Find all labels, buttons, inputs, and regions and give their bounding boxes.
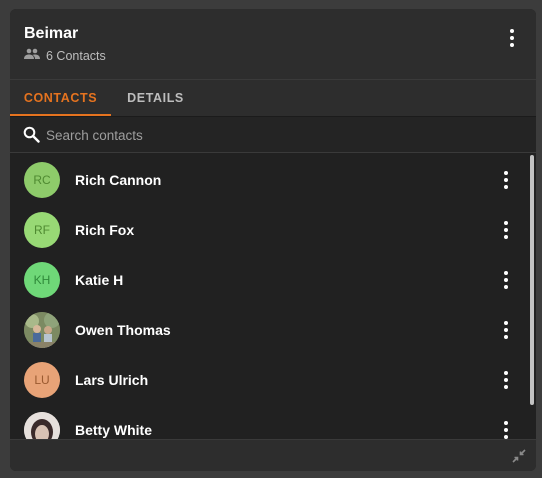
tab-contacts[interactable]: CONTACTS <box>10 80 111 116</box>
group-subtitle: 6 Contacts <box>24 48 106 63</box>
avatar: KH <box>24 262 60 298</box>
search-icon <box>23 126 40 148</box>
avatar: RC <box>24 162 60 198</box>
more-vert-icon[interactable] <box>503 29 521 47</box>
avatar: LU <box>24 362 60 398</box>
more-vert-icon[interactable] <box>497 321 515 339</box>
contact-name: Rich Fox <box>75 222 135 238</box>
list-item[interactable]: KH Katie H <box>10 255 528 305</box>
list-item[interactable]: Betty White <box>10 405 528 439</box>
avatar-photo <box>24 312 60 348</box>
more-vert-icon[interactable] <box>497 421 515 439</box>
tab-bar: CONTACTS DETAILS <box>10 80 536 117</box>
avatar: RF <box>24 212 60 248</box>
contact-name: Betty White <box>75 422 152 438</box>
group-title: Beimar <box>24 25 79 42</box>
contact-name: Lars Ulrich <box>75 372 149 388</box>
contact-name: Owen Thomas <box>75 322 171 338</box>
more-vert-icon[interactable] <box>497 271 515 289</box>
contact-count: 6 Contacts <box>46 48 106 63</box>
more-vert-icon[interactable] <box>497 171 515 189</box>
more-vert-icon[interactable] <box>497 371 515 389</box>
contact-list: RC Rich Cannon RF Rich Fox KH Katie H Ow… <box>10 153 536 439</box>
list-item[interactable]: Owen Thomas <box>10 305 528 355</box>
panel-footer <box>10 439 536 471</box>
contact-name: Katie H <box>75 272 124 288</box>
search-bar <box>10 117 536 153</box>
tab-details[interactable]: DETAILS <box>111 80 200 114</box>
people-icon <box>24 48 40 63</box>
list-item[interactable]: RC Rich Cannon <box>10 155 528 205</box>
panel-header: Beimar 6 Contacts <box>10 9 536 80</box>
contacts-panel: Beimar 6 Contacts CONTACTS DETAILS Searc… <box>10 9 536 471</box>
collapse-icon[interactable] <box>512 449 526 468</box>
avatar-photo <box>24 412 60 439</box>
contact-name: Rich Cannon <box>75 172 162 188</box>
scrollbar[interactable] <box>530 155 534 405</box>
more-vert-icon[interactable] <box>497 221 515 239</box>
list-item[interactable]: LU Lars Ulrich <box>10 355 528 405</box>
list-item[interactable]: RF Rich Fox <box>10 205 528 255</box>
search-input[interactable] <box>44 122 518 148</box>
